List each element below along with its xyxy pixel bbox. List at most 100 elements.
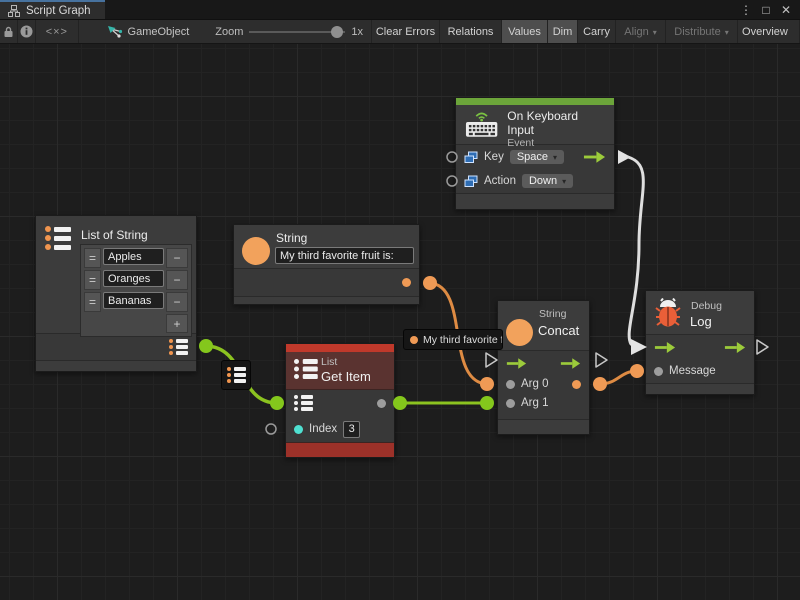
index-input-port[interactable] (294, 425, 303, 434)
list-item-input[interactable] (103, 248, 164, 265)
list-input-row (286, 390, 394, 416)
zoom-value: 1x (351, 26, 363, 38)
error-strip-top (286, 344, 394, 352)
keyboard-event-icon (464, 109, 499, 139)
node-debug-log[interactable]: Debug Log Message (645, 290, 755, 395)
script-graph-window: Script Graph ⋮ □ ✕ <×> (0, 0, 800, 600)
node-string-literal[interactable]: String (233, 224, 420, 305)
window-controls: ⋮ □ ✕ (738, 0, 800, 19)
item-output-port[interactable] (377, 399, 386, 408)
relations-button[interactable]: Relations (440, 20, 502, 43)
flow-output-port[interactable] (560, 358, 581, 369)
remove-item-button[interactable]: − (166, 248, 188, 268)
key-dropdown[interactable]: Space ▾ (510, 150, 564, 164)
arg1-input-port[interactable] (506, 399, 515, 408)
graph-icon (8, 5, 20, 17)
message-input-port[interactable] (654, 367, 663, 376)
wire-list-bubble (221, 360, 251, 390)
flow-output-port[interactable] (583, 151, 606, 163)
wire-endpoint (630, 364, 644, 378)
flow-input-port[interactable] (506, 358, 527, 369)
wire-endpoint (593, 377, 607, 391)
dim-toggle[interactable]: Dim (548, 20, 578, 43)
string-value-input[interactable] (275, 247, 414, 264)
remove-item-button[interactable]: − (166, 292, 188, 312)
drag-handle[interactable]: = (84, 248, 101, 268)
tab-script-graph[interactable]: Script Graph (0, 0, 105, 19)
zoom-control: Zoom 1x (189, 20, 371, 43)
list-input-port[interactable] (294, 395, 313, 411)
flow-port-hint[interactable] (757, 340, 768, 354)
chevron-down-icon: ▾ (562, 177, 566, 186)
node-title: Concat (538, 323, 579, 339)
list-item-row: = − (84, 292, 188, 312)
align-dropdown[interactable]: Align ▾ (616, 20, 666, 43)
string-output-port[interactable] (402, 278, 411, 287)
index-row: Index (286, 416, 394, 442)
node-footer (498, 419, 589, 434)
target-object[interactable]: GameObject (99, 20, 190, 43)
gameobject-icon (107, 25, 123, 39)
graph-canvas[interactable]: On Keyboard Input Event Key Space ▾ (0, 44, 800, 600)
flow-port-hint[interactable] (596, 353, 607, 367)
values-toggle[interactable]: Values (502, 20, 548, 43)
action-dropdown[interactable]: Down ▾ (522, 174, 573, 188)
wire-value-text: My third favorite fr.. (423, 334, 503, 346)
drag-handle[interactable]: = (84, 270, 101, 290)
drag-handle[interactable]: = (84, 292, 101, 312)
list-icon (294, 359, 318, 379)
arg1-label: Arg 1 (521, 397, 549, 409)
distribute-dropdown[interactable]: Distribute ▾ (666, 20, 738, 43)
list-item-input[interactable] (103, 292, 164, 309)
node-get-item[interactable]: List Get Item Index (285, 343, 395, 458)
tab-title: Script Graph (26, 5, 91, 17)
windows-icon (464, 151, 478, 164)
lock-button[interactable] (0, 20, 18, 43)
flow-input-port[interactable] (654, 342, 676, 353)
node-type: String (539, 308, 566, 321)
string-type-icon (410, 336, 418, 344)
clear-errors-button[interactable]: Clear Errors (372, 20, 440, 43)
string-output-row (234, 269, 419, 296)
kebab-menu-icon[interactable]: ⋮ (738, 3, 754, 17)
wire-endpoint (199, 339, 213, 353)
list-item-input[interactable] (103, 270, 164, 287)
flow-port-hint[interactable] (486, 353, 497, 367)
node-concat[interactable]: String Concat Arg 0 Arg 1 (497, 300, 590, 435)
graph-toolbar: <×> GameObject Zoom 1x Clear Errors Rela… (0, 20, 800, 44)
concat-output-port[interactable] (572, 380, 581, 389)
wire-endpoint (480, 396, 494, 410)
code-preview-button[interactable]: <×> (36, 20, 79, 43)
flow-row (646, 335, 754, 359)
toolbar-buttons: Clear Errors Relations Values Dim Carry … (371, 20, 800, 43)
node-on-keyboard-input[interactable]: On Keyboard Input Event Key Space ▾ (455, 97, 615, 210)
remove-item-button[interactable]: − (166, 270, 188, 290)
flow-wire-keyboard-to-log[interactable] (628, 157, 643, 344)
flow-output-port[interactable] (724, 342, 746, 353)
zoom-slider[interactable] (249, 25, 345, 39)
node-list-of-string[interactable]: List of String = − = − = (35, 215, 197, 372)
unconnected-port-hint[interactable] (266, 424, 276, 434)
lock-icon (3, 26, 14, 38)
tab-bar: Script Graph ⋮ □ ✕ (0, 0, 800, 20)
node-type: Debug (691, 300, 722, 313)
maximize-icon[interactable]: □ (758, 3, 774, 17)
bug-icon (655, 298, 681, 328)
wire-concat-to-log[interactable] (600, 371, 637, 384)
info-button[interactable] (18, 20, 36, 43)
carry-toggle[interactable]: Carry (578, 20, 616, 43)
zoom-slider-handle[interactable] (331, 26, 343, 38)
add-item-button[interactable]: + (166, 314, 188, 333)
wire-endpoint (270, 396, 284, 410)
overview-button[interactable]: Overview (738, 20, 800, 43)
list-editor: = − = − = − + (80, 244, 192, 337)
close-icon[interactable]: ✕ (778, 3, 794, 17)
arg0-input-port[interactable] (506, 380, 515, 389)
node-title: List of String (81, 228, 148, 242)
index-input[interactable] (343, 421, 360, 438)
node-footer (456, 193, 614, 209)
node-title: On Keyboard Input (507, 109, 606, 137)
arg0-row: Arg 0 (498, 375, 589, 393)
info-icon (20, 25, 33, 38)
list-output-port[interactable] (169, 339, 188, 355)
